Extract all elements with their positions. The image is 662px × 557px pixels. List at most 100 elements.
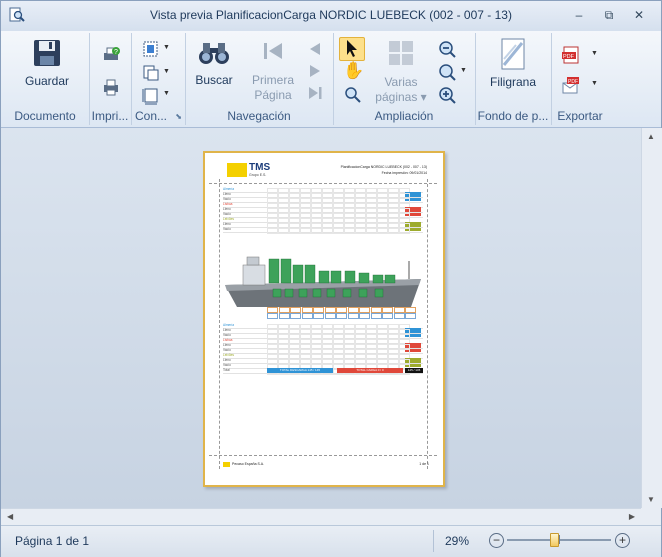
top-row-label: Vacío [223, 227, 231, 231]
ribbon: Guardar Documento ? Impri... ▼ ▼ ▼ Con..… [1, 31, 661, 128]
print-options-icon[interactable]: ? [101, 45, 121, 65]
group-label-ampliacion: Ampliación [374, 109, 434, 123]
svg-text:?: ? [114, 49, 118, 56]
margins-icon[interactable] [141, 39, 161, 59]
left-margin-guide [219, 179, 220, 469]
print-date: Fecha impresión: 09/01/2014 [381, 171, 427, 175]
top-table-cell [399, 227, 410, 234]
bay-number-box [393, 313, 405, 319]
total-sum-bar: 145 / 145 [405, 368, 423, 373]
preview-area[interactable]: TMS Grupo E.S. PlanificacionCarga NORDIC… [1, 128, 641, 508]
margins-dropdown-icon[interactable]: ▼ [163, 44, 170, 51]
ship-image [225, 256, 421, 307]
search-button[interactable]: Buscar [189, 39, 239, 88]
tms-logo [227, 163, 247, 177]
bay-number-box [278, 313, 290, 319]
page-size-dropdown-icon[interactable]: ▼ [163, 90, 170, 97]
close-button[interactable]: ✕ [628, 7, 650, 23]
bay-number-box [336, 313, 347, 319]
zoom-slider-thumb[interactable] [549, 533, 559, 547]
minimize-button[interactable]: – [568, 7, 590, 23]
status-bar: Página 1 de 1 29% − + [1, 525, 661, 557]
logo-text: TMS [249, 162, 271, 173]
zoom-in-icon[interactable] [437, 85, 457, 105]
zoom-in-button[interactable]: + [615, 533, 630, 548]
zoom-slider-track[interactable] [507, 533, 611, 547]
scroll-up-icon[interactable]: ▲ [647, 132, 655, 141]
cursor-arrow-icon [347, 40, 357, 57]
watermark-label: Filigrana [489, 75, 537, 89]
top-table-cell [278, 227, 289, 234]
report-title: PlanificacionCarga NORDIC LUEBECK (002 -… [340, 165, 427, 169]
zoom-icon[interactable] [437, 62, 457, 82]
last-page-icon[interactable] [305, 83, 325, 103]
top-table-cell [344, 227, 355, 234]
scroll-left-icon[interactable]: ◀ [7, 512, 13, 521]
group-navegacion: Buscar Primera Página Navegación [185, 33, 334, 125]
bay-number-box [382, 313, 393, 319]
pointer-tool-button[interactable] [339, 37, 365, 61]
email-dropdown-icon[interactable]: ▼ [591, 80, 598, 87]
top-table-cell [289, 227, 300, 234]
first-page-icon [264, 43, 282, 59]
footer-company: Pecaso España S.A. [232, 462, 265, 466]
top-table-cell [366, 227, 377, 234]
scroll-corner [641, 508, 661, 525]
group-configurar: ▼ ▼ ▼ Con... ⬊ [131, 33, 186, 125]
preview-window: Vista previa PlanificacionCarga NORDIC L… [0, 0, 662, 557]
watermark-icon [501, 38, 525, 70]
horizontal-scrollbar[interactable]: ◀ ▶ [1, 508, 641, 526]
multiple-pages-icon [389, 41, 413, 65]
zoom-tool-icon[interactable] [343, 85, 363, 105]
orientation-dropdown-icon[interactable]: ▼ [163, 68, 170, 75]
bay-number-box [370, 313, 382, 319]
zoom-dropdown-icon[interactable]: ▼ [460, 67, 467, 74]
save-button[interactable]: Guardar [15, 38, 79, 89]
top-table-cell [322, 227, 333, 234]
binoculars-icon [199, 43, 229, 64]
top-table-cell [355, 227, 366, 234]
print-icon[interactable] [101, 77, 121, 97]
zoom-out-icon[interactable] [437, 39, 457, 59]
footer-logo [223, 462, 230, 467]
bottom-margin-guide [209, 455, 437, 456]
zoom-slider-center-tick [559, 535, 560, 544]
page-size-icon[interactable] [141, 85, 161, 105]
group-fondo: Filigrana Fondo de p... [475, 33, 552, 125]
multiple-pages-label-line2: páginas [375, 90, 418, 104]
top-table-cell [377, 227, 388, 234]
scroll-down-icon[interactable]: ▼ [647, 495, 655, 504]
window-title: Vista previa PlanificacionCarga NORDIC L… [150, 8, 512, 22]
zoom-percentage[interactable]: 29% [445, 534, 469, 548]
multiple-pages-button[interactable]: Varias páginas ▾ [371, 39, 431, 105]
email-pdf-icon[interactable]: PDF [561, 75, 581, 95]
logo-subtext: Grupo E.S. [249, 173, 267, 177]
bay-number-box [347, 313, 359, 319]
previous-page-icon[interactable] [305, 39, 325, 59]
bottom-row-label: Total [223, 368, 230, 372]
orientation-icon[interactable] [141, 63, 161, 83]
top-table-cell [267, 227, 278, 234]
bay-number-box [290, 313, 301, 319]
vertical-scrollbar[interactable]: ▲ ▼ [641, 128, 662, 508]
first-page-button[interactable]: Primera Página [245, 39, 301, 103]
zoom-out-button[interactable]: − [489, 533, 504, 548]
watermark-button[interactable]: Filigrana [479, 37, 547, 90]
right-margin-guide [427, 179, 428, 469]
page-indicator: Página 1 de 1 [15, 534, 90, 548]
scroll-right-icon[interactable]: ▶ [629, 512, 635, 521]
bay-number-box [405, 313, 416, 319]
next-page-icon[interactable] [305, 61, 325, 81]
export-pdf-icon[interactable]: PDF [561, 45, 581, 65]
title-bar: Vista previa PlanificacionCarga NORDIC L… [1, 1, 661, 31]
multiple-pages-label-line1: Varias [384, 75, 418, 89]
dialog-launcher-icon[interactable]: ⬊ [175, 112, 182, 121]
top-table-cell [388, 227, 399, 234]
restore-button[interactable]: ⧉ [598, 7, 620, 23]
floppy-disk-icon [34, 40, 60, 66]
top-margin-guide [209, 183, 437, 184]
status-separator [433, 530, 434, 552]
group-documento: Guardar Documento [1, 33, 90, 125]
export-dropdown-icon[interactable]: ▼ [591, 50, 598, 57]
hand-tool-icon[interactable]: ✋ [343, 61, 364, 81]
